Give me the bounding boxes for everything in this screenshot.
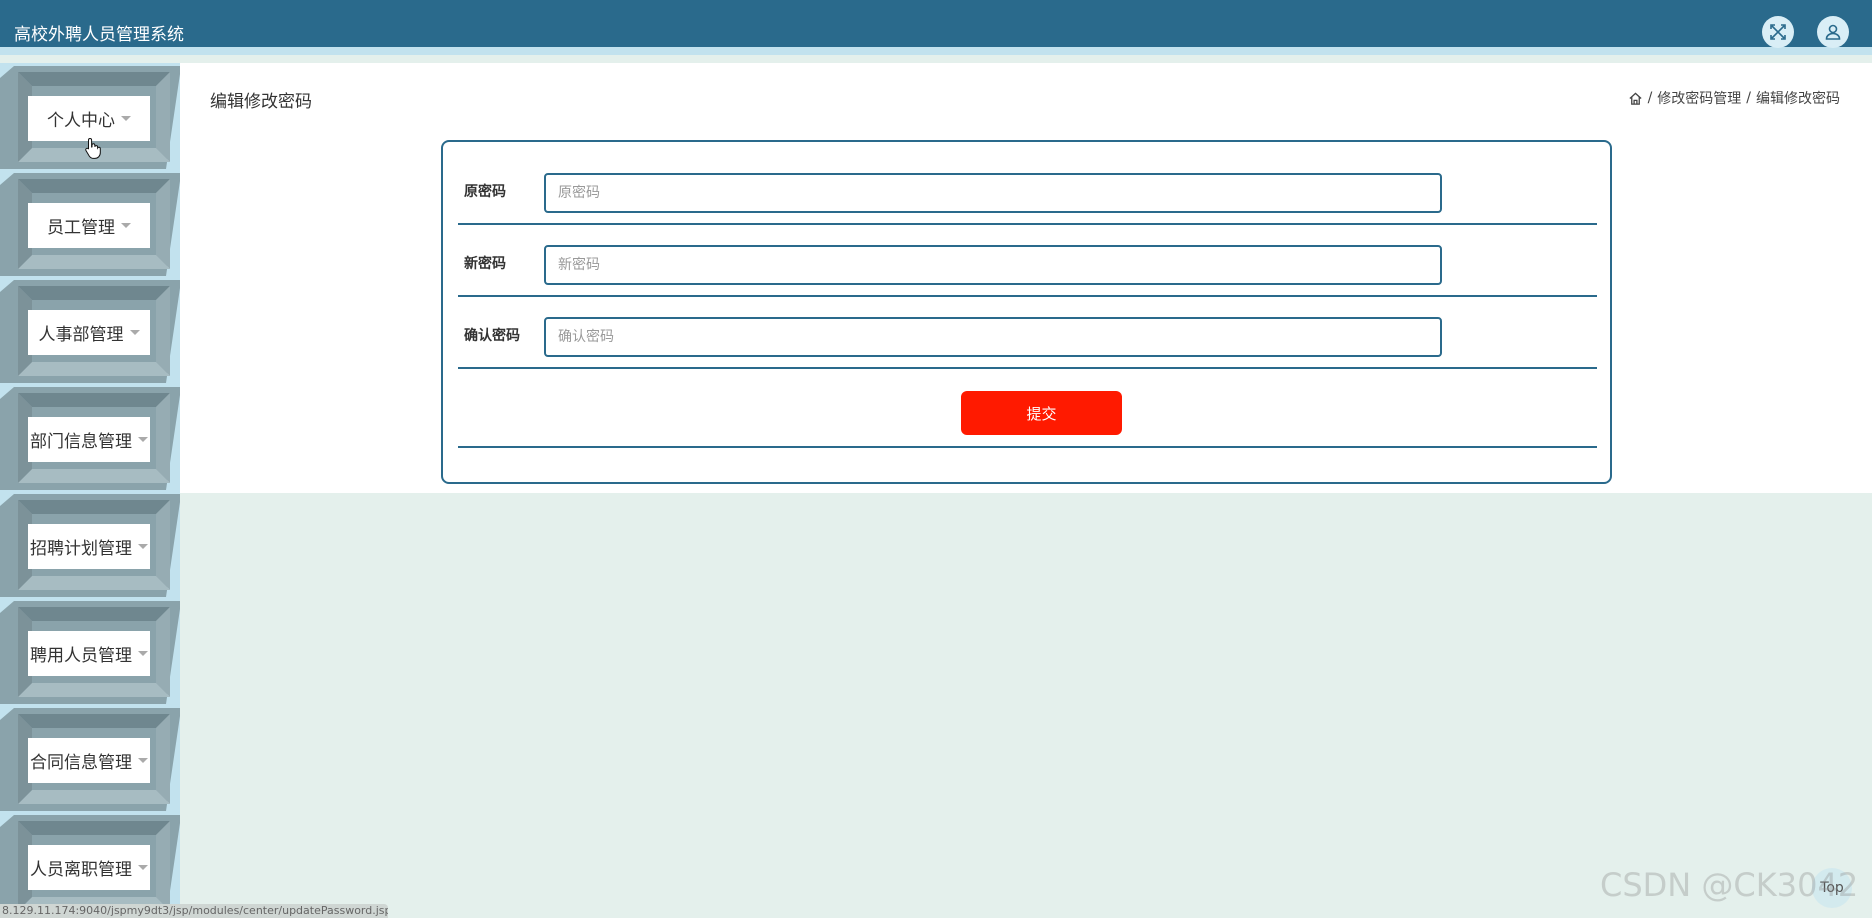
sidebar-button-contract-info[interactable]: 合同信息管理 bbox=[28, 738, 150, 783]
breadcrumb-item-edit-password: 编辑修改密码 bbox=[1756, 91, 1840, 107]
sidebar-item-label: 人事部管理 bbox=[38, 325, 124, 345]
form-row-confirm-password: 确认密码 bbox=[458, 299, 1597, 369]
sidebar-button-resignation[interactable]: 人员离职管理 bbox=[28, 845, 150, 890]
sidebar-item-recruitment-plan: 招聘计划管理 bbox=[0, 494, 180, 597]
chevron-down-icon bbox=[121, 116, 131, 121]
password-form: 原密码 新密码 确认密码 提交 bbox=[441, 140, 1612, 484]
confirm-password-input[interactable] bbox=[544, 317, 1442, 357]
old-password-label: 原密码 bbox=[464, 184, 506, 200]
chevron-down-icon bbox=[121, 223, 131, 228]
user-icon[interactable] bbox=[1817, 16, 1849, 48]
breadcrumb-separator: / bbox=[1647, 90, 1653, 106]
sidebar-item-label: 招聘计划管理 bbox=[30, 539, 132, 559]
sidebar-item-contract-info: 合同信息管理 bbox=[0, 708, 180, 811]
form-row-submit: 提交 bbox=[458, 371, 1597, 448]
submit-button[interactable]: 提交 bbox=[961, 391, 1122, 435]
breadcrumb-separator: / bbox=[1746, 90, 1751, 106]
sidebar-item-label: 人员离职管理 bbox=[30, 860, 132, 880]
chevron-down-icon bbox=[138, 651, 148, 656]
sidebar-button-recruitment-plan[interactable]: 招聘计划管理 bbox=[28, 524, 150, 569]
home-icon[interactable] bbox=[1628, 91, 1643, 106]
sidebar-button-hr-management[interactable]: 人事部管理 bbox=[28, 310, 150, 355]
chevron-down-icon bbox=[138, 544, 148, 549]
page-title: 编辑修改密码 bbox=[210, 92, 312, 112]
sidebar-item-hired-staff: 聘用人员管理 bbox=[0, 601, 180, 704]
sidebar-button-hired-staff[interactable]: 聘用人员管理 bbox=[28, 631, 150, 676]
chevron-down-icon bbox=[129, 330, 140, 335]
sidebar-item-label: 合同信息管理 bbox=[30, 753, 132, 773]
sidebar-button-employee-management[interactable]: 员工管理 bbox=[28, 203, 150, 248]
fullscreen-icon[interactable] bbox=[1762, 16, 1794, 48]
chevron-down-icon bbox=[138, 758, 148, 763]
sidebar-item-employee-management: 员工管理 bbox=[0, 173, 180, 276]
form-row-new-password: 新密码 bbox=[458, 227, 1597, 297]
hand-cursor-icon bbox=[85, 137, 101, 159]
sidebar-item-label: 聘用人员管理 bbox=[30, 646, 132, 666]
sidebar-item-department-info: 部门信息管理 bbox=[0, 387, 180, 490]
sidebar-item-label: 个人中心 bbox=[47, 111, 115, 131]
app-title: 高校外聘人员管理系统 bbox=[14, 25, 184, 45]
sidebar-button-personal-center[interactable]: 个人中心 bbox=[28, 96, 150, 141]
sidebar: 个人中心 员工管理 人事部管理 部门信息管理 招聘计划管理 聘用人员管理 合同信… bbox=[0, 63, 180, 918]
breadcrumb-item-password-management[interactable]: 修改密码管理 bbox=[1657, 88, 1741, 108]
sidebar-item-hr-management: 人事部管理 bbox=[0, 280, 180, 383]
sidebar-item-label: 部门信息管理 bbox=[30, 432, 132, 452]
watermark: CSDN @CK3042 bbox=[1600, 866, 1859, 904]
new-password-label: 新密码 bbox=[464, 256, 506, 272]
form-row-old-password: 原密码 bbox=[458, 155, 1597, 225]
chevron-down-icon bbox=[138, 865, 148, 870]
chevron-down-icon bbox=[138, 437, 148, 442]
main-content: 编辑修改密码 / 修改密码管理 / 编辑修改密码 原密码 新密码 确认密码 提交 bbox=[180, 63, 1872, 493]
sidebar-item-resignation: 人员离职管理 bbox=[0, 815, 180, 918]
sidebar-button-department-info[interactable]: 部门信息管理 bbox=[28, 417, 150, 462]
top-header: 高校外聘人员管理系统 bbox=[0, 0, 1872, 55]
new-password-input[interactable] bbox=[544, 245, 1442, 285]
sidebar-item-label: 员工管理 bbox=[47, 218, 115, 238]
old-password-input[interactable] bbox=[544, 173, 1442, 213]
confirm-password-label: 确认密码 bbox=[464, 328, 520, 344]
breadcrumb: / 修改密码管理 / 编辑修改密码 bbox=[1628, 88, 1840, 108]
status-bar-url: 8.129.11.174:9040/jspmy9dt3/jsp/modules/… bbox=[0, 904, 388, 918]
